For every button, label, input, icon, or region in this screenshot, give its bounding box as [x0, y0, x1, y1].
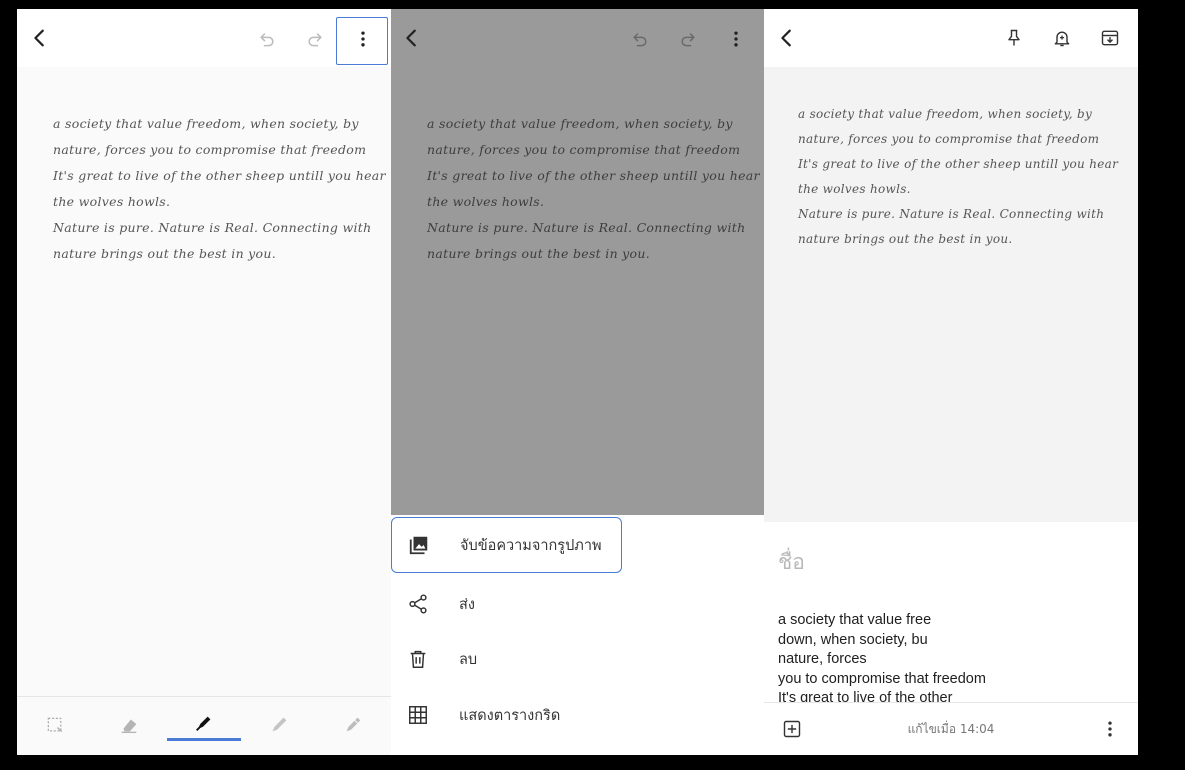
note-view-panel: a society that value freedom, when socie… — [764, 9, 1138, 755]
bottom-sheet-menu: จับข้อความจากรูปภาพ ส่ง ลบ แสดงตารางกริด — [391, 515, 764, 755]
undo-icon[interactable] — [253, 25, 281, 53]
pin-icon[interactable] — [1000, 24, 1028, 52]
archive-icon[interactable] — [1096, 24, 1124, 52]
handwriting-line: nature brings out the best in you. — [798, 232, 1013, 246]
handwriting-line: nature brings out the best in you. — [53, 246, 276, 261]
back-arrow-icon[interactable] — [25, 23, 55, 53]
note-title-input[interactable]: ชื่อ — [778, 546, 805, 579]
handwriting-line: nature, forces you to compromise that fr… — [798, 132, 1100, 146]
handwriting-drawing: a society that value freedom, when socie… — [53, 111, 386, 267]
handwriting-line: the wolves howls. — [427, 194, 545, 209]
drawing-tool-bar — [17, 696, 391, 755]
handwriting-line: nature brings out the best in you. — [427, 246, 650, 261]
reminder-bell-icon[interactable] — [1048, 24, 1076, 52]
menu-item-label: จับข้อความจากรูปภาพ — [460, 537, 602, 554]
menu-item-label: ส่ง — [459, 596, 475, 613]
drawing-editor-panel: a society that value freedom, when socie… — [17, 9, 391, 755]
overflow-menu-panel: a society that value freedom, when socie… — [391, 9, 764, 755]
more-vert-icon[interactable] — [349, 25, 377, 53]
undo-icon — [626, 25, 654, 53]
handwriting-line: the wolves howls. — [798, 182, 911, 196]
grid-icon — [405, 702, 431, 728]
handwriting-line: a society that value freedom, when socie… — [798, 107, 1093, 121]
handwriting-line: It's great to live of the other sheep un… — [427, 168, 760, 183]
body-line: down, when society, bu — [778, 631, 928, 648]
menu-item-grab-image-text[interactable]: จับข้อความจากรูปภาพ — [391, 517, 622, 573]
menu-item-label: แสดงตารางกริด — [459, 707, 561, 724]
edited-timestamp: แก้ไขเมื่อ 14:04 — [907, 722, 995, 736]
editor-top-bar — [17, 9, 391, 67]
pencil-icon[interactable] — [265, 711, 293, 739]
menu-item-show-grid[interactable]: แสดงตารางกริด — [391, 687, 764, 743]
more-vert-icon[interactable] — [1096, 715, 1124, 743]
handwriting-line: Nature is pure. Nature is Real. Connecti… — [427, 220, 746, 235]
handwriting-drawing: a society that value freedom, when socie… — [798, 102, 1118, 252]
drawing-preview[interactable]: a society that value freedom, when socie… — [764, 67, 1138, 522]
share-icon — [405, 591, 431, 617]
handwriting-line: Nature is pure. Nature is Real. Connecti… — [53, 220, 372, 235]
note-content: ชื่อ a society that value free down, when… — [764, 522, 1138, 755]
lasso-select-icon[interactable] — [41, 711, 69, 739]
redo-icon[interactable] — [301, 25, 329, 53]
pen-icon[interactable] — [339, 711, 367, 739]
menu-item-label: ลบ — [459, 651, 478, 668]
handwriting-line: a society that value freedom, when socie… — [53, 116, 359, 131]
handwriting-line: It's great to live of the other sheep un… — [53, 168, 386, 183]
menu-item-send[interactable]: ส่ง — [391, 576, 764, 632]
back-arrow-icon — [397, 23, 427, 53]
eraser-icon[interactable] — [115, 711, 143, 739]
dimmed-scrim[interactable]: a society that value freedom, when socie… — [391, 9, 764, 515]
note-bottom-bar: แก้ไขเมื่อ 14:04 — [764, 702, 1138, 755]
more-vert-icon — [722, 25, 750, 53]
body-line: you to compromise that freedom — [778, 670, 986, 687]
handwriting-line: a society that value freedom, when socie… — [427, 116, 733, 131]
active-tool-indicator — [167, 738, 241, 741]
handwriting-line: nature, forces you to compromise that fr… — [427, 142, 741, 157]
back-arrow-icon[interactable] — [772, 23, 802, 53]
marker-icon[interactable] — [190, 709, 218, 737]
note-body-text[interactable]: a society that value free down, when soci… — [778, 611, 986, 709]
redo-icon — [674, 25, 702, 53]
handwriting-line: the wolves howls. — [53, 194, 171, 209]
menu-item-delete[interactable]: ลบ — [391, 631, 764, 687]
handwriting-line: Nature is pure. Nature is Real. Connecti… — [798, 207, 1105, 221]
handwriting-drawing: a society that value freedom, when socie… — [427, 111, 760, 267]
body-line: a society that value free — [778, 612, 932, 628]
body-line: nature, forces — [778, 651, 867, 667]
note-top-bar — [764, 9, 1138, 67]
trash-icon — [405, 646, 431, 672]
image-icon — [406, 532, 432, 558]
dimmed-top-bar — [391, 9, 764, 67]
handwriting-line: nature, forces you to compromise that fr… — [53, 142, 367, 157]
handwriting-line: It's great to live of the other sheep un… — [798, 157, 1119, 171]
